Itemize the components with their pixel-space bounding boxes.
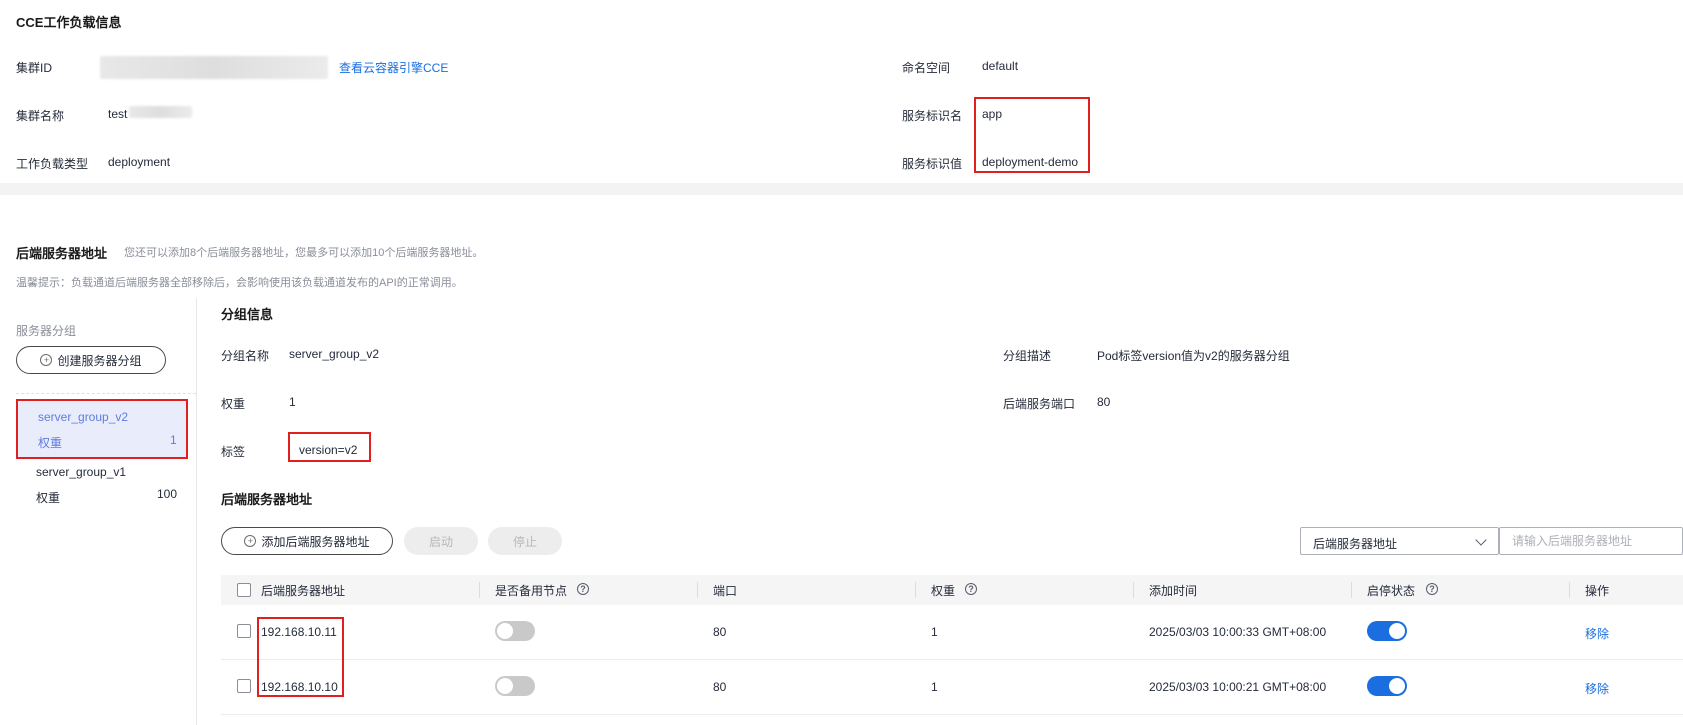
- backup-node-toggle[interactable]: [495, 621, 535, 641]
- section-divider: [0, 183, 1683, 195]
- add-backend-server-button[interactable]: + 添加后端服务器地址: [221, 527, 393, 555]
- server-group-highlight-box: [16, 399, 188, 459]
- sidebar-dashed-divider: [16, 393, 196, 394]
- col-separator: [1351, 582, 1352, 598]
- cluster-name-redacted: [129, 106, 192, 118]
- chevron-down-icon: [1475, 534, 1487, 546]
- group-tag-highlight-box: [288, 432, 371, 462]
- col-header-port: 端口: [713, 584, 738, 598]
- group-weight-value: 1: [289, 395, 296, 409]
- help-icon[interactable]: ?: [1426, 583, 1438, 595]
- stop-button[interactable]: 停止: [488, 527, 562, 555]
- backend-section-subtitle: 您还可以添加8个后端服务器地址，您最多可以添加10个后端服务器地址。: [124, 247, 484, 259]
- backend-port-value: 80: [1097, 395, 1111, 409]
- col-header-weight: 权重: [931, 584, 956, 598]
- server-group-v1-weight-label: 权重: [36, 491, 61, 505]
- group-info-title: 分组信息: [221, 307, 274, 322]
- help-icon[interactable]: ?: [965, 583, 977, 595]
- row-checkbox[interactable]: [237, 679, 251, 693]
- col-separator: [1133, 582, 1134, 598]
- col-separator: [1569, 582, 1570, 598]
- workload-type-label: 工作负载类型: [16, 157, 89, 171]
- create-server-group-label: 创建服务器分组: [57, 353, 142, 368]
- backend-port-label: 后端服务端口: [1003, 397, 1076, 411]
- server-group-v1-weight: 100: [157, 487, 178, 501]
- row-weight: 1: [931, 680, 938, 694]
- server-group-sidebar-title: 服务器分组: [16, 324, 77, 338]
- col-separator: [697, 582, 698, 598]
- add-circle-icon: +: [40, 354, 53, 366]
- row-added-time: 2025/03/03 10:00:33 GMT+08:00: [1149, 625, 1327, 639]
- service-tag-value-label: 服务标识值: [902, 157, 963, 171]
- col-header-time: 添加时间: [1149, 584, 1198, 598]
- address-highlight-box: [257, 617, 344, 697]
- search-input[interactable]: [1499, 527, 1683, 555]
- row-checkbox[interactable]: [237, 624, 251, 638]
- col-header-action: 操作: [1585, 584, 1610, 598]
- table-row: [221, 605, 1683, 659]
- col-header-backup: 是否备用节点: [495, 584, 568, 598]
- server-list-title: 后端服务器地址: [221, 492, 313, 507]
- workload-section-title: CCE工作负载信息: [16, 15, 122, 30]
- workload-type-value: deployment: [108, 155, 171, 169]
- table-row: [221, 660, 1683, 714]
- start-button[interactable]: 启动: [404, 527, 478, 555]
- sidebar-divider: [196, 298, 197, 725]
- cluster-id-redacted: [100, 56, 328, 79]
- filter-select-value: 后端服务器地址: [1313, 537, 1398, 551]
- remove-link[interactable]: 移除: [1585, 680, 1609, 697]
- backend-section-tip: 温馨提示：负载通道后端服务器全部移除后，会影响使用该负载通道发布的API的正常调…: [16, 277, 463, 289]
- help-icon[interactable]: ?: [577, 583, 589, 595]
- row-port: 80: [713, 680, 727, 694]
- col-header-address: 后端服务器地址: [261, 584, 346, 598]
- service-tag-highlight-box: [974, 97, 1090, 173]
- col-separator: [915, 582, 916, 598]
- service-tag-name-label: 服务标识名: [902, 109, 963, 123]
- col-header-status: 启停状态: [1367, 584, 1416, 598]
- row-port: 80: [713, 625, 727, 639]
- add-circle-icon: +: [244, 535, 257, 547]
- namespace-label: 命名空间: [902, 61, 951, 75]
- remove-link[interactable]: 移除: [1585, 625, 1609, 642]
- create-server-group-button[interactable]: + 创建服务器分组: [16, 346, 166, 374]
- col-separator: [479, 582, 480, 598]
- select-all-checkbox[interactable]: [237, 583, 251, 597]
- group-name-value: server_group_v2: [289, 347, 380, 361]
- enable-status-toggle[interactable]: [1367, 621, 1407, 641]
- backup-node-toggle[interactable]: [495, 676, 535, 696]
- filter-select[interactable]: 后端服务器地址: [1300, 527, 1499, 555]
- backend-section-title: 后端服务器地址: [16, 246, 108, 261]
- cluster-name-label: 集群名称: [16, 109, 65, 123]
- cluster-name-value: test: [108, 107, 128, 121]
- enable-status-toggle[interactable]: [1367, 676, 1407, 696]
- row-divider: [221, 714, 1683, 715]
- group-weight-label: 权重: [221, 397, 246, 411]
- add-backend-server-label: 添加后端服务器地址: [261, 534, 370, 549]
- view-cce-link[interactable]: 查看云容器引擎CCE: [339, 59, 448, 76]
- server-group-v1-name: server_group_v1: [36, 465, 127, 479]
- row-added-time: 2025/03/03 10:00:21 GMT+08:00: [1149, 680, 1327, 694]
- row-weight: 1: [931, 625, 938, 639]
- group-desc-label: 分组描述: [1003, 349, 1052, 363]
- cluster-id-label: 集群ID: [16, 61, 53, 75]
- namespace-value: default: [982, 59, 1019, 73]
- group-tag-label: 标签: [221, 445, 246, 459]
- group-desc-value: Pod标签version值为v2的服务器分组: [1097, 349, 1290, 363]
- group-name-label: 分组名称: [221, 349, 270, 363]
